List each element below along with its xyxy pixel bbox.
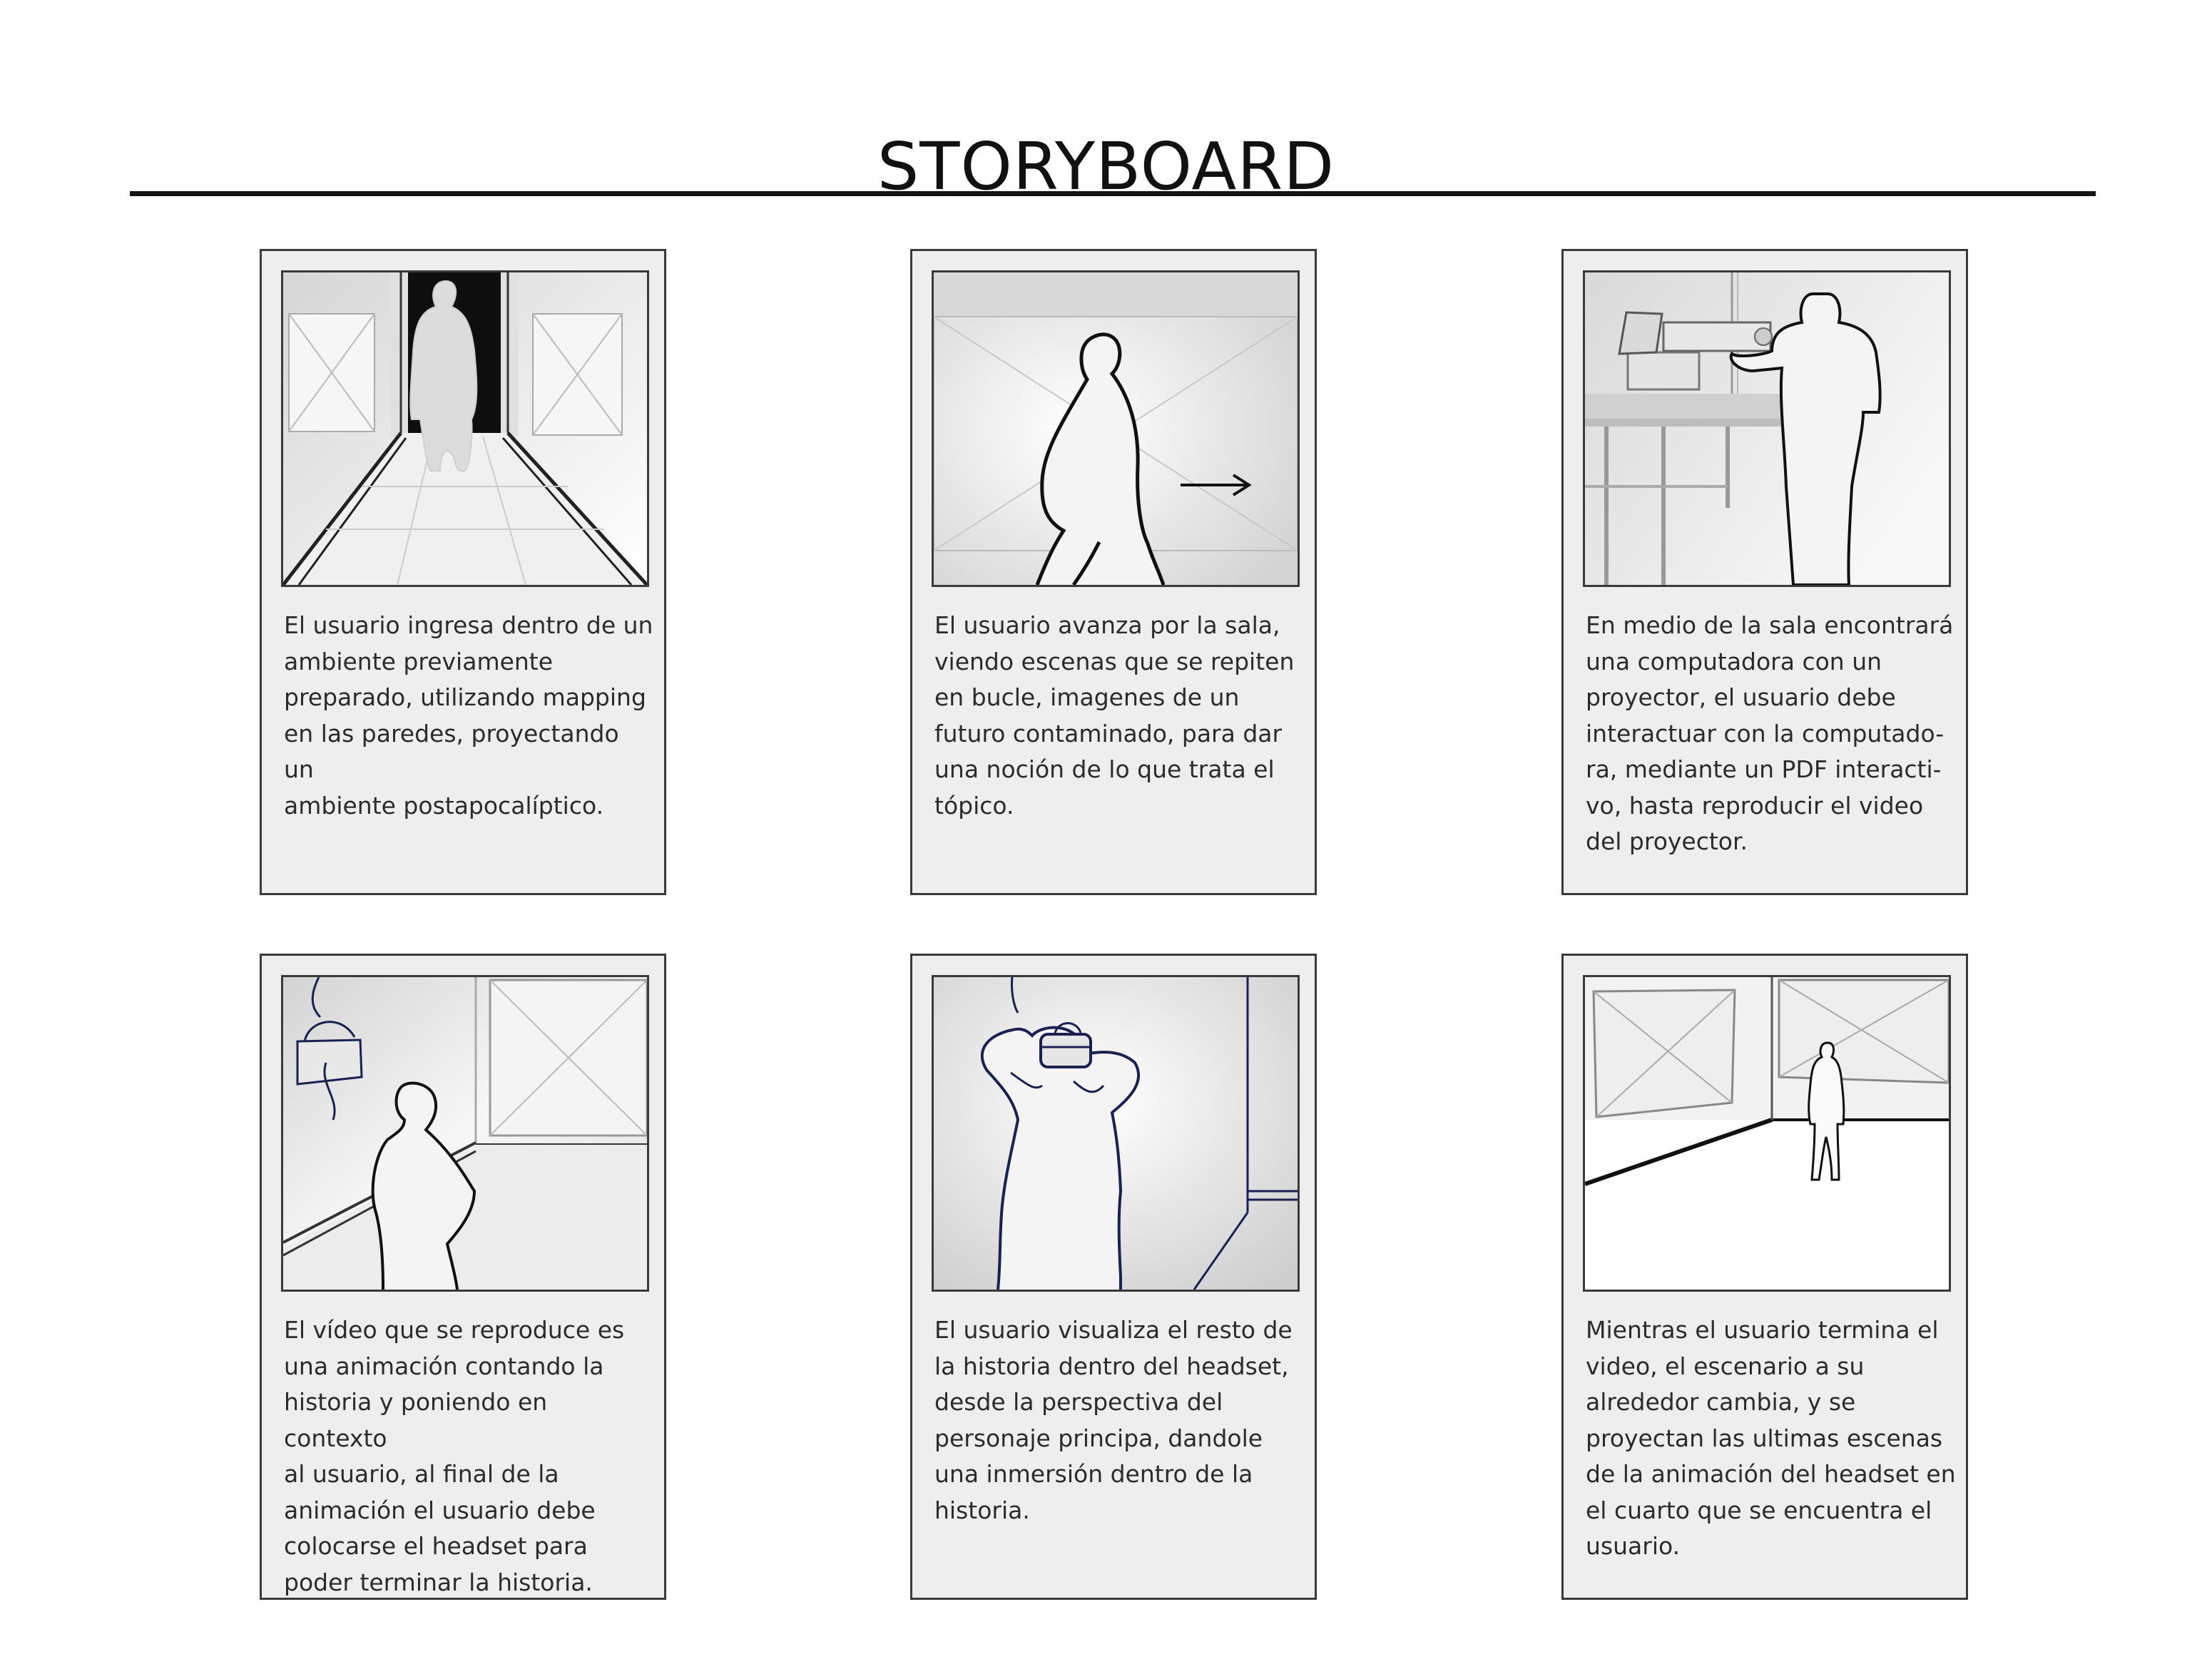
projected-room-sketch xyxy=(1585,977,1949,1290)
panel-3-caption: En medio de la sala encontrará una compu… xyxy=(1586,611,1954,855)
title-divider xyxy=(130,191,2096,196)
panel-5-caption: El usuario visualiza el resto de la hist… xyxy=(934,1316,1293,1524)
panel-3-illustration xyxy=(1583,270,1951,587)
panel-1-illustration xyxy=(281,270,649,587)
user-with-headset-sketch xyxy=(934,977,1298,1290)
panel-6-illustration xyxy=(1583,975,1951,1292)
panel-1-caption: El usuario ingresa dentro de un ambiente… xyxy=(284,611,653,820)
storyboard-panel-1: El usuario ingresa dentro de un ambiente… xyxy=(260,249,666,895)
storyboard-panel-4: El vídeo que se reproduce es una animaci… xyxy=(260,954,666,1600)
panel-2-illustration xyxy=(932,270,1300,587)
storyboard-panel-2: El usuario avanza por la sala, viendo es… xyxy=(910,249,1317,895)
panel-5-illustration xyxy=(932,975,1300,1292)
panel-2-caption: El usuario avanza por la sala, viendo es… xyxy=(934,611,1295,820)
panel-4-illustration xyxy=(281,975,649,1292)
panel-6-caption: Mientras el usuario termina el video, el… xyxy=(1586,1316,1956,1560)
computer-projector-sketch xyxy=(1585,272,1949,585)
corridor-entrance-sketch xyxy=(283,272,647,585)
walking-user-sketch xyxy=(934,272,1298,585)
panel-4-caption: El vídeo que se reproduce es una animaci… xyxy=(284,1316,625,1596)
storyboard-panel-5: El usuario visualiza el resto de la hist… xyxy=(910,954,1317,1600)
storyboard-panel-6: Mientras el usuario termina el video, el… xyxy=(1561,954,1968,1600)
headset-on-wall-sketch xyxy=(283,977,647,1290)
storyboard-panel-3: En medio de la sala encontrará una compu… xyxy=(1561,249,1968,895)
